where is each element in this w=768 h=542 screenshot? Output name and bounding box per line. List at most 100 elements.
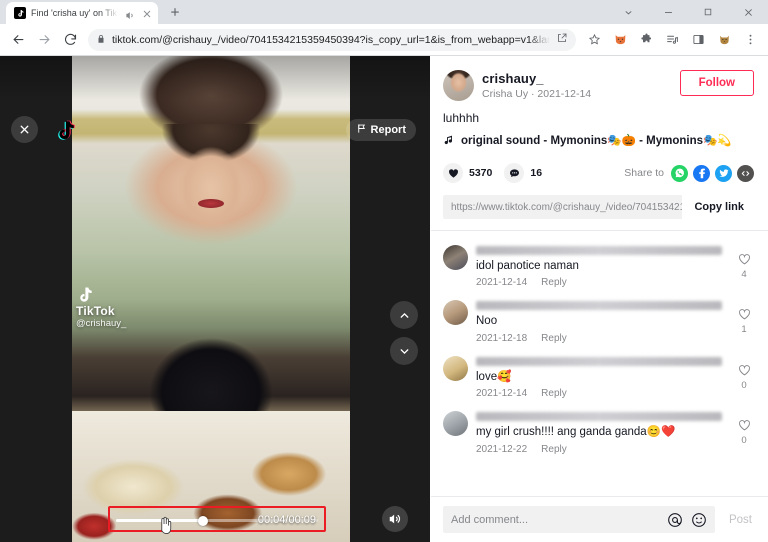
comment-count: 16 bbox=[530, 167, 543, 179]
next-video-button[interactable] bbox=[390, 337, 418, 365]
close-icon[interactable] bbox=[728, 0, 768, 24]
watermark-handle: @crishauy_ bbox=[76, 318, 127, 330]
minimize-icon[interactable] bbox=[648, 0, 688, 24]
comment-item: xxxx xx Noo 2021-12-18 Reply 1 bbox=[443, 294, 758, 349]
video-info-pane: crishauy_ Crisha Uy · 2021-12-14 Follow … bbox=[430, 56, 768, 542]
comment-meta: 2021-12-14 Reply bbox=[476, 388, 722, 399]
comment-item: xxxxxxx my girl crush!!!! ang ganda gand… bbox=[443, 405, 758, 460]
copy-link-row: https://www.tiktok.com/@crishauy_/video/… bbox=[443, 195, 756, 219]
music-row[interactable]: original sound - Mymonins🎭🎃 - Mymonins🎭💫 bbox=[431, 125, 768, 147]
avatar[interactable] bbox=[443, 355, 468, 381]
comment-body: xxxxxxxxxx love🥰 2021-12-14 Reply bbox=[476, 356, 722, 399]
maximize-icon[interactable] bbox=[688, 0, 728, 24]
reply-button[interactable]: Reply bbox=[541, 333, 567, 344]
bookmark-star-icon[interactable] bbox=[582, 28, 606, 52]
at-mention-icon[interactable] bbox=[667, 512, 683, 528]
comment-like-count: 0 bbox=[741, 435, 747, 447]
chevron-down-icon[interactable] bbox=[608, 0, 648, 24]
comment-like-group[interactable]: 0 bbox=[730, 356, 758, 391]
watermark-brand: TikTok bbox=[76, 304, 115, 319]
comment-like-count: 4 bbox=[741, 269, 747, 280]
comment-text: idol panotice naman bbox=[476, 260, 579, 272]
like-stat[interactable]: 5370 bbox=[443, 163, 492, 183]
tab-title: Find 'crisha uy' on TikTok | Ti bbox=[31, 8, 120, 18]
author-handle[interactable]: crishauy_ bbox=[482, 71, 672, 86]
window-controls bbox=[608, 0, 768, 24]
comment-username[interactable]: xxxxxxxxx_01 bbox=[476, 246, 722, 255]
new-tab-button[interactable] bbox=[164, 1, 186, 23]
forward-arrow-icon[interactable] bbox=[32, 28, 56, 52]
emoji-icon[interactable] bbox=[691, 512, 707, 528]
heart-outline-icon bbox=[738, 254, 750, 265]
avatar[interactable] bbox=[443, 300, 468, 326]
comment-stat[interactable]: 16 bbox=[504, 163, 542, 183]
comment-bubble-icon[interactable] bbox=[504, 163, 525, 183]
back-arrow-icon[interactable] bbox=[6, 28, 30, 52]
side-panel-icon[interactable] bbox=[686, 28, 710, 52]
volume-on-icon[interactable] bbox=[382, 506, 408, 532]
progress-handle[interactable] bbox=[197, 515, 208, 526]
comment-username[interactable]: xxxx xx bbox=[476, 301, 722, 311]
browser-menu-icon[interactable] bbox=[738, 28, 762, 52]
video-subject-detail bbox=[198, 199, 224, 209]
reply-button[interactable]: Reply bbox=[541, 277, 567, 288]
comment-username[interactable]: xxxxxxxxxx bbox=[476, 356, 722, 366]
speaker-icon[interactable] bbox=[125, 8, 136, 19]
like-count: 5370 bbox=[469, 167, 493, 179]
report-label: Report bbox=[370, 124, 406, 136]
video-navigation bbox=[390, 301, 418, 365]
puzzle-extension-icon[interactable] bbox=[634, 28, 658, 52]
avatar[interactable] bbox=[443, 245, 468, 270]
comment-like-group[interactable]: 1 bbox=[730, 300, 758, 335]
heart-outline-icon bbox=[738, 364, 750, 376]
progress-bar-highlight[interactable]: 00:04/00:09 bbox=[108, 506, 326, 534]
video-player-pane[interactable]: Report TikTok @crishauy_ 00:04/00:09 bbox=[0, 56, 430, 542]
close-icon[interactable] bbox=[141, 7, 153, 19]
report-button[interactable]: Report bbox=[345, 119, 416, 141]
facebook-icon[interactable] bbox=[693, 164, 710, 182]
engagement-stats: 5370 16 Share to bbox=[431, 147, 768, 183]
reply-button[interactable]: Reply bbox=[541, 388, 567, 399]
cat-extension-icon[interactable] bbox=[712, 28, 736, 52]
tiktok-video-page: Report TikTok @crishauy_ 00:04/00:09 cri… bbox=[0, 56, 768, 542]
previous-video-button[interactable] bbox=[390, 301, 418, 329]
comment-date: 2021-12-18 bbox=[476, 332, 528, 344]
close-video-button[interactable] bbox=[11, 116, 38, 143]
comment-date: 2021-12-22 bbox=[476, 443, 528, 455]
music-title: original sound - Mymonins🎭🎃 - Mymonins🎭💫 bbox=[461, 135, 732, 147]
browser-tab[interactable]: Find 'crisha uy' on TikTok | Ti bbox=[6, 2, 158, 24]
heart-icon[interactable] bbox=[443, 163, 463, 183]
comment-like-group[interactable]: 4 bbox=[730, 245, 758, 280]
follow-button[interactable]: Follow bbox=[679, 70, 754, 96]
video-caption: luhhhh bbox=[443, 111, 480, 125]
copy-link-button[interactable]: Copy link bbox=[682, 195, 756, 219]
comment-like-count: 0 bbox=[741, 379, 747, 391]
share-group: Share to bbox=[624, 164, 754, 182]
reload-icon[interactable] bbox=[58, 28, 82, 52]
copy-link-url[interactable]: https://www.tiktok.com/@crishauy_/video/… bbox=[443, 195, 682, 219]
twitter-icon[interactable] bbox=[715, 164, 732, 182]
comment-item: xxxxxxxxx_01 idol panotice naman 2021-12… bbox=[443, 239, 758, 294]
tiktok-logo[interactable] bbox=[52, 116, 80, 144]
tiktok-favicon bbox=[14, 7, 26, 19]
browser-toolbar: tiktok.com/@crishauy_/video/704153421535… bbox=[0, 24, 768, 56]
comment-username[interactable]: xxxxxxx bbox=[476, 412, 722, 422]
avatar[interactable] bbox=[443, 411, 468, 437]
comment-date: 2021-12-14 bbox=[476, 277, 528, 289]
post-comment-button[interactable]: Post bbox=[723, 514, 758, 526]
comment-list[interactable]: xxxxxxxxx_01 idol panotice naman 2021-12… bbox=[431, 231, 768, 496]
whatsapp-icon[interactable] bbox=[671, 164, 688, 182]
address-bar[interactable]: tiktok.com/@crishauy_/video/704153421535… bbox=[88, 28, 576, 51]
embed-code-icon[interactable] bbox=[737, 164, 754, 182]
share-label: Share to bbox=[624, 167, 664, 179]
share-icon[interactable] bbox=[556, 31, 568, 49]
avatar[interactable] bbox=[443, 70, 474, 101]
browser-window: Find 'crisha uy' on TikTok | Ti bbox=[0, 0, 768, 542]
reply-button[interactable]: Reply bbox=[541, 444, 567, 455]
fox-extension-icon[interactable] bbox=[608, 28, 632, 52]
comment-like-group[interactable]: 0 bbox=[730, 411, 758, 446]
tab-strip: Find 'crisha uy' on TikTok | Ti bbox=[0, 0, 768, 24]
address-bar-url: tiktok.com/@crishauy_/video/704153421535… bbox=[112, 33, 550, 46]
comment-input[interactable]: Add comment... bbox=[443, 506, 715, 533]
reading-list-icon[interactable] bbox=[660, 28, 684, 52]
